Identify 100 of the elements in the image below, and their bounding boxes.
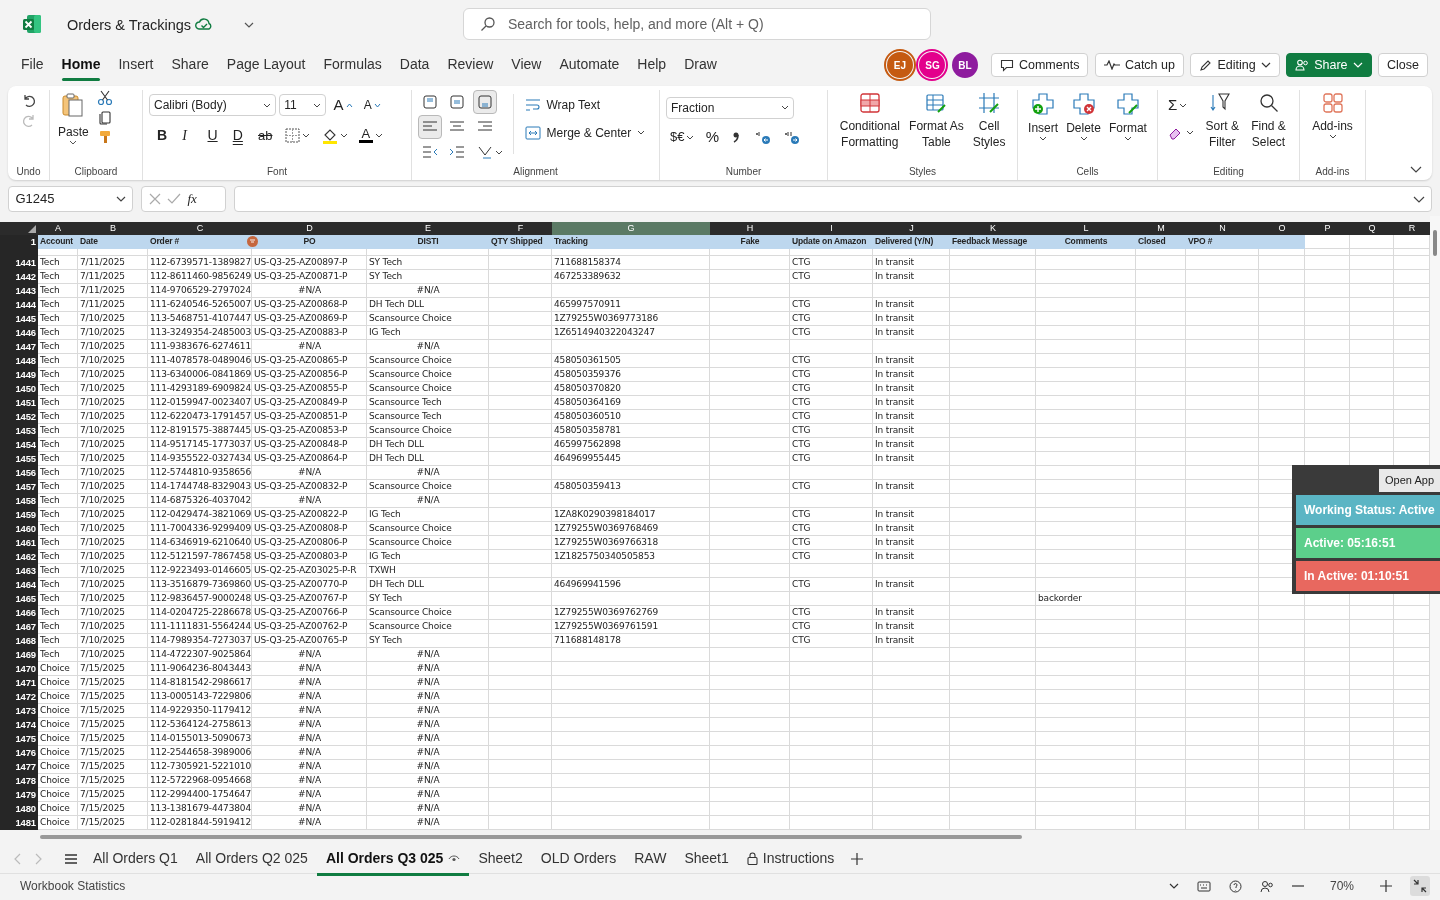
row-number[interactable]: 1457 <box>0 480 38 494</box>
row-number[interactable]: 1463 <box>0 564 38 578</box>
cancel-icon[interactable] <box>148 193 161 205</box>
merge-center-button[interactable]: Merge & Center <box>520 120 650 145</box>
row-number[interactable]: 1458 <box>0 494 38 508</box>
align-bottom-button[interactable] <box>472 90 497 114</box>
grow-font-button[interactable]: A <box>329 93 357 118</box>
avatar[interactable]: EJ <box>886 52 913 78</box>
column-header[interactable]: D <box>252 222 367 235</box>
delete-cells-button[interactable]: Delete <box>1064 90 1103 143</box>
column-header[interactable]: M <box>1136 222 1186 235</box>
document-title[interactable]: Orders & Trackings <box>67 15 192 37</box>
row-number[interactable]: 1446 <box>0 326 38 340</box>
row-number[interactable]: 1456 <box>0 466 38 480</box>
menu-tab[interactable]: View <box>502 49 551 81</box>
row-number[interactable]: 1449 <box>0 368 38 382</box>
row-number[interactable]: 1465 <box>0 592 38 606</box>
sheet-tab[interactable]: Sheet2 <box>469 843 532 874</box>
menu-tab[interactable]: Automate <box>550 49 629 81</box>
chevron-down-icon[interactable] <box>1168 883 1179 889</box>
row-number[interactable]: 1450 <box>0 382 38 396</box>
help-icon[interactable] <box>1228 879 1242 893</box>
currency-button[interactable]: $€ <box>666 125 699 149</box>
row-number[interactable]: 1451 <box>0 396 38 410</box>
sheet-tab[interactable]: Instructions <box>737 843 844 874</box>
avatar[interactable]: SG <box>919 52 946 78</box>
menu-tab[interactable]: Home <box>52 49 110 81</box>
row-number[interactable]: 1 <box>0 235 38 249</box>
row-number[interactable]: 1460 <box>0 522 38 536</box>
row-number[interactable]: 1453 <box>0 424 38 438</box>
select-all-icon[interactable] <box>28 225 36 233</box>
column-header[interactable]: Q <box>1350 222 1394 235</box>
fit-to-window-icon[interactable] <box>1410 876 1430 896</box>
insert-cells-button[interactable]: Insert <box>1026 90 1061 143</box>
open-app-button[interactable]: Open App <box>1379 469 1440 492</box>
row-number[interactable]: 1462 <box>0 550 38 564</box>
insert-function-button[interactable]: fx <box>187 189 197 209</box>
row-number[interactable]: 1476 <box>0 746 38 760</box>
row-number[interactable]: 1474 <box>0 718 38 732</box>
row-number[interactable]: 1468 <box>0 634 38 648</box>
add-sheet-icon[interactable] <box>851 852 864 865</box>
spreadsheet-logo-icon[interactable] <box>22 14 42 34</box>
conditional-formatting-button[interactable]: Conditional Formatting <box>834 90 906 152</box>
catch-up-button[interactable]: Catch up <box>1094 53 1184 77</box>
format-cells-button[interactable]: Format <box>1106 90 1149 143</box>
menu-tab[interactable]: File <box>12 49 53 81</box>
name-box[interactable]: G1245 <box>8 186 133 212</box>
scrollbar-thumb[interactable] <box>1433 230 1437 256</box>
menu-tab[interactable]: Data <box>390 49 439 81</box>
close-button[interactable]: Close <box>1378 53 1428 77</box>
column-header[interactable]: R <box>1394 222 1430 235</box>
italic-button[interactable]: I <box>178 123 201 148</box>
workbook-statistics-link[interactable]: Workbook Statistics <box>20 877 126 895</box>
check-icon[interactable] <box>167 193 181 205</box>
bold-button[interactable]: B <box>153 123 175 148</box>
sheet-tab[interactable]: All Orders Q3 025 <box>316 843 470 874</box>
chevron-down-icon[interactable] <box>244 22 254 28</box>
font-size-select[interactable]: 11 <box>279 94 327 117</box>
number-format-select[interactable]: Fraction <box>666 96 794 119</box>
comments-button[interactable]: Comments <box>990 53 1089 77</box>
row-number[interactable]: 1479 <box>0 788 38 802</box>
menu-tab[interactable]: Formulas <box>314 49 391 81</box>
sheet-tab[interactable]: Sheet1 <box>675 843 738 874</box>
menu-tab[interactable]: Share <box>162 49 218 81</box>
copy-icon[interactable] <box>97 109 114 126</box>
people-icon[interactable] <box>1259 879 1274 893</box>
row-number[interactable]: 1480 <box>0 802 38 816</box>
row-number[interactable]: 1441 <box>0 256 38 270</box>
column-header[interactable]: K <box>950 222 1036 235</box>
menu-tab[interactable]: Draw <box>675 49 726 81</box>
row-number[interactable]: 1464 <box>0 578 38 592</box>
column-header[interactable]: L <box>1036 222 1136 235</box>
row-number[interactable]: 1459 <box>0 508 38 522</box>
row-number[interactable]: 1471 <box>0 676 38 690</box>
menu-tab[interactable]: Review <box>438 49 503 81</box>
menu-icon[interactable] <box>64 852 78 865</box>
column-header[interactable]: O <box>1259 222 1305 235</box>
row-number[interactable]: 1466 <box>0 606 38 620</box>
column-header[interactable]: G <box>552 222 710 235</box>
editing-mode-button[interactable]: Editing <box>1190 53 1280 77</box>
sheet-tab[interactable]: OLD Orders <box>531 843 626 874</box>
column-header[interactable]: H <box>710 222 790 235</box>
row-number[interactable]: 1470 <box>0 662 38 676</box>
menu-tab[interactable]: Page Layout <box>217 49 315 81</box>
column-header[interactable]: I <box>790 222 873 235</box>
add-ins-button[interactable]: Add-ins <box>1310 90 1355 141</box>
row-number[interactable]: 1444 <box>0 298 38 312</box>
sort-filter-button[interactable]: Sort & Filter <box>1201 90 1244 152</box>
column-header[interactable]: J <box>873 222 950 235</box>
column-header[interactable]: F <box>489 222 552 235</box>
font-color-button[interactable]: A <box>354 123 387 148</box>
row-number[interactable]: 1455 <box>0 452 38 466</box>
strikethrough-button[interactable]: ab <box>254 123 278 148</box>
double-underline-button[interactable]: D <box>228 123 251 148</box>
font-family-select[interactable]: Calibri (Body) <box>149 94 276 117</box>
row-number[interactable]: 1475 <box>0 732 38 746</box>
keyboard-icon[interactable] <box>1196 880 1211 892</box>
cell-styles-button[interactable]: Cell Styles <box>967 90 1011 152</box>
share-button[interactable]: Share <box>1286 53 1372 77</box>
row-number[interactable]: 1477 <box>0 760 38 774</box>
